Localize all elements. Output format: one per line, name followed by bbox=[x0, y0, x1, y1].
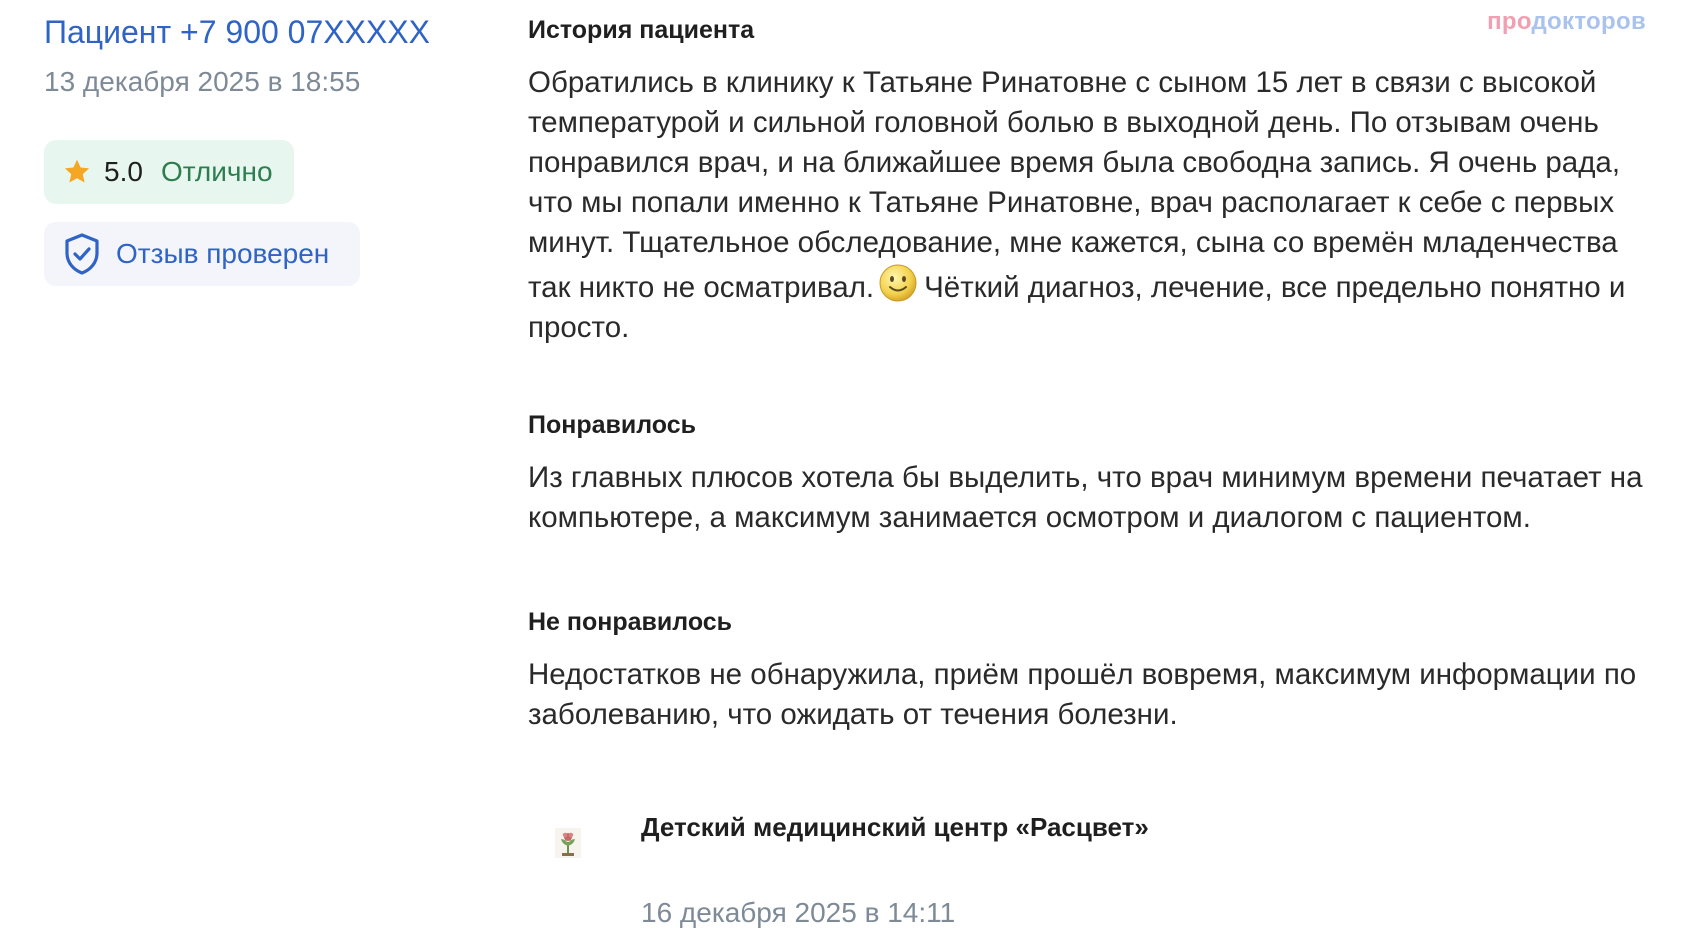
clinic-logo-icon bbox=[555, 828, 581, 858]
rating-badge: 5.0 Отлично bbox=[44, 140, 294, 204]
star-icon bbox=[64, 159, 90, 183]
shield-check-icon bbox=[65, 233, 99, 275]
reply-date: 16 декабря 2025 в 14:11 bbox=[641, 897, 956, 928]
smiley-emoji-icon bbox=[879, 264, 917, 302]
clinic-name[interactable]: Детский медицинский центр «Расцвет» bbox=[641, 812, 1149, 843]
disliked-text: Недостатков не обнаружила, приём прошёл … bbox=[528, 658, 1637, 731]
verified-label: Отзыв проверен bbox=[116, 238, 330, 269]
rating-label: Отлично bbox=[160, 156, 273, 187]
disliked-title: Не понравилось bbox=[528, 608, 733, 636]
verified-badge[interactable]: Отзыв проверен bbox=[44, 222, 360, 286]
history-text: Обратились в клинику к Татьяне Ринатовне… bbox=[528, 66, 1626, 344]
review-date: 13 декабря 2025 в 18:55 bbox=[44, 66, 361, 97]
review-author-link[interactable]: Пациент +7 900 07XXXXX bbox=[44, 14, 430, 51]
liked-text: Из главных плюсов хотела бы выделить, чт… bbox=[528, 461, 1643, 534]
liked-title: Понравилось bbox=[528, 411, 697, 439]
rating-score: 5.0 bbox=[104, 156, 143, 187]
brand-logo: продокторов bbox=[1487, 8, 1646, 35]
history-title: История пациента bbox=[528, 16, 755, 44]
